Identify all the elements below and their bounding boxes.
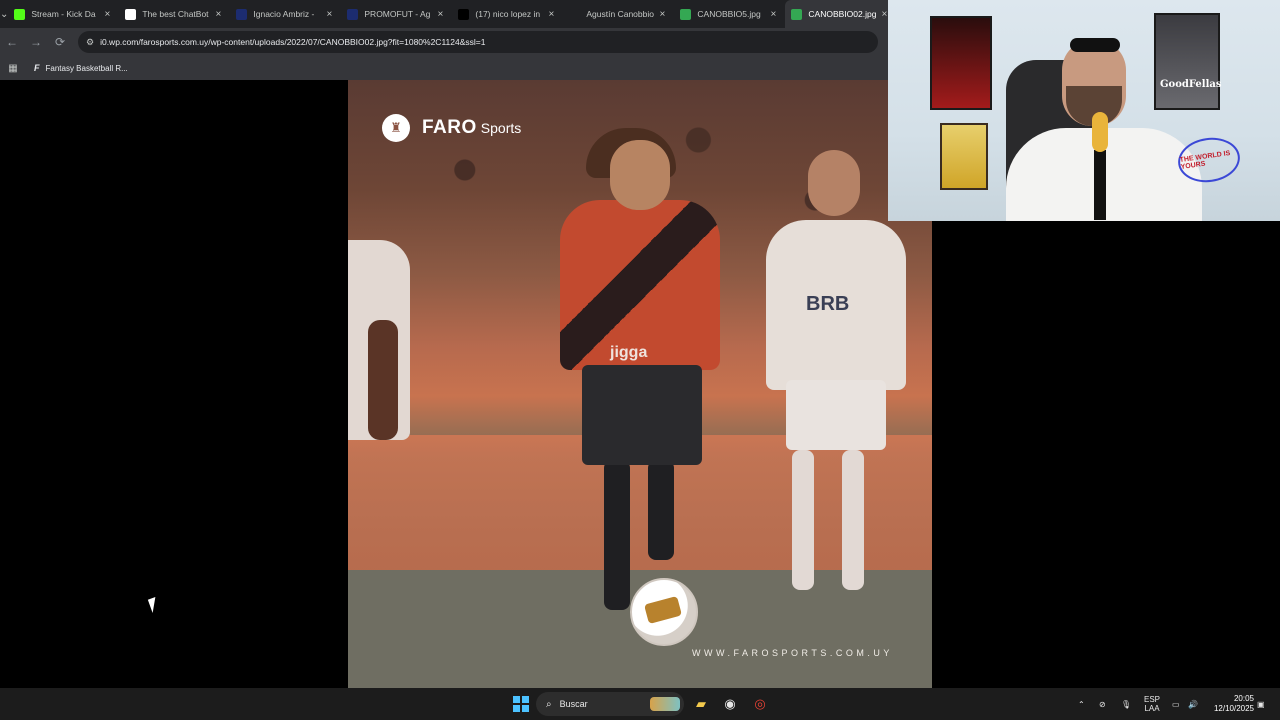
browser-tab[interactable]: The best ChatBot × — [119, 0, 230, 28]
poster-red — [930, 16, 992, 110]
main-player-leg — [604, 460, 630, 610]
streamer-sunglasses — [1070, 38, 1120, 52]
clock-date: 12/10/2025 — [1213, 704, 1254, 713]
tab-title: PROMOFUT - Ag — [364, 9, 431, 19]
microphone — [1092, 112, 1108, 152]
poster-yellow — [940, 123, 988, 190]
tab-list: Stream - Kick Da × The best ChatBot × Ignaci… — [8, 0, 897, 28]
apps-grid-icon[interactable]: ▦ — [0, 63, 26, 74]
fantasy-logo-icon: F — [34, 63, 40, 73]
right-player-leg — [792, 450, 814, 590]
tab-title: CANOBBIO5.jpg — [697, 9, 761, 19]
faro-brand-sub: Sports — [480, 120, 522, 136]
back-button[interactable]: ← — [0, 30, 24, 54]
poster-goodfellas: GoodFellas — [1154, 13, 1222, 110]
tab-title: (17) nico lopez in — [475, 9, 541, 19]
blank-icon — [569, 8, 581, 20]
volume-icon[interactable]: 🔊 — [1188, 688, 1198, 720]
bookmark-fantasy-basketball[interactable]: F Fantasy Basketball R... — [34, 63, 128, 73]
tray-overflow-icon[interactable]: ⌃ — [1078, 688, 1085, 720]
language-indicator[interactable]: ESP LAA — [1144, 688, 1160, 720]
browser-tab[interactable]: Stream - Kick Da × — [8, 0, 119, 28]
display-icon[interactable]: ▭ — [1172, 688, 1180, 720]
main-player-shorts — [582, 365, 702, 465]
search-highlight-icon — [650, 697, 680, 711]
faro-brand: FARO — [422, 117, 477, 138]
image-url-watermark: WWW.FAROSPORTS.COM.UY — [692, 648, 893, 658]
right-player-shorts — [786, 380, 886, 450]
main-player-leg — [648, 460, 674, 560]
browser-tab[interactable]: Agustín Canobbio × — [563, 0, 674, 28]
main-player-head — [610, 140, 670, 210]
x-icon — [458, 8, 470, 20]
browser-tab[interactable]: CANOBBIO5.jpg × — [674, 0, 785, 28]
site-icon — [347, 8, 359, 20]
file-explorer-icon[interactable]: ▰ — [691, 694, 711, 714]
image-icon — [791, 8, 803, 20]
close-tab-icon[interactable]: × — [545, 9, 557, 20]
tab-title: Stream - Kick Da — [31, 9, 96, 19]
close-tab-icon[interactable]: × — [101, 9, 113, 20]
tab-title: Agustín Canobbio — [586, 9, 654, 19]
left-player-arm — [368, 320, 398, 440]
microphone-tray-icon[interactable]: 🎙 — [1121, 688, 1131, 720]
browser-tab[interactable]: CANOBBIO02.jpg × — [785, 0, 897, 28]
bookmark-label: Fantasy Basketball R... — [45, 63, 128, 73]
faro-logo: ♜ FARO Sports — [382, 114, 521, 142]
start-button[interactable] — [513, 696, 529, 712]
reload-button[interactable]: ⟳ — [48, 30, 72, 54]
sponsor-text: BRB — [806, 293, 850, 315]
image-icon — [680, 8, 692, 20]
browser-tab[interactable]: Ignacio Ambriz - × — [230, 0, 341, 28]
address-bar[interactable]: ⚙ i0.wp.com/farosports.com.uy/wp-content… — [78, 31, 878, 53]
close-tab-icon[interactable]: × — [434, 9, 446, 20]
search-placeholder: Buscar — [559, 699, 588, 709]
network-off-icon[interactable]: ⊘ — [1099, 688, 1106, 720]
language-layout: LAA — [1144, 704, 1160, 713]
chrome-icon[interactable]: ◎ — [750, 694, 770, 714]
right-player-leg — [842, 450, 864, 590]
url-text: i0.wp.com/farosports.com.uy/wp-content/u… — [100, 37, 486, 47]
mic-arm — [1094, 150, 1106, 220]
browser-tab[interactable]: PROMOFUT - Ag × — [341, 0, 452, 28]
tab-title: The best ChatBot — [142, 9, 209, 19]
close-tab-icon[interactable]: × — [656, 9, 668, 20]
tab-title: CANOBBIO02.jpg — [808, 9, 877, 19]
taskbar-search[interactable]: ⌕ Buscar — [536, 692, 684, 716]
site-icon — [236, 8, 248, 20]
webcam-overlay: GoodFellas THE WORLD IS YOURS — [888, 0, 1280, 221]
windows-taskbar: ⌕ Buscar ▰ ◉ ◎ ⌃ ⊘ 🎙 ESP LAA ▭ 🔊 20:05 1… — [0, 688, 1280, 720]
close-tab-icon[interactable]: × — [323, 9, 335, 20]
search-icon: ⌕ — [546, 698, 552, 710]
lighthouse-icon: ♜ — [382, 114, 410, 142]
tab-title: Ignacio Ambriz - — [253, 9, 315, 19]
displayed-image[interactable]: BRB jigga — [348, 80, 932, 688]
right-player-head — [808, 150, 860, 216]
browser-tab[interactable]: (17) nico lopez in × — [452, 0, 563, 28]
forward-button[interactable]: → — [24, 30, 48, 54]
poster-title: GoodFellas — [1160, 79, 1222, 90]
language-code: ESP — [1144, 695, 1161, 704]
clock[interactable]: 20:05 12/10/2025 — [1204, 694, 1254, 714]
jersey-sponsor-text: jigga — [610, 344, 648, 361]
kick-icon — [14, 8, 26, 20]
clock-time: 20:05 — [1233, 694, 1254, 703]
browser-tabstrip: ⌄ Stream - Kick Da × The best ChatBot × Igna… — [0, 0, 897, 28]
tab-search-button[interactable]: ⌄ — [0, 0, 8, 28]
site-info-icon[interactable]: ⚙ — [86, 37, 94, 48]
browser-toolbar: ← → ⟳ ⚙ i0.wp.com/farosports.com.uy/wp-c… — [0, 28, 888, 56]
notification-icon[interactable]: ▣ — [1257, 688, 1265, 720]
close-tab-icon[interactable]: × — [767, 9, 779, 20]
bookmarks-bar: ▦ F Fantasy Basketball R... — [0, 56, 888, 80]
close-tab-icon[interactable]: × — [212, 9, 224, 20]
recording-app-icon[interactable]: ◉ — [720, 694, 740, 714]
chatbot-icon — [125, 8, 137, 20]
